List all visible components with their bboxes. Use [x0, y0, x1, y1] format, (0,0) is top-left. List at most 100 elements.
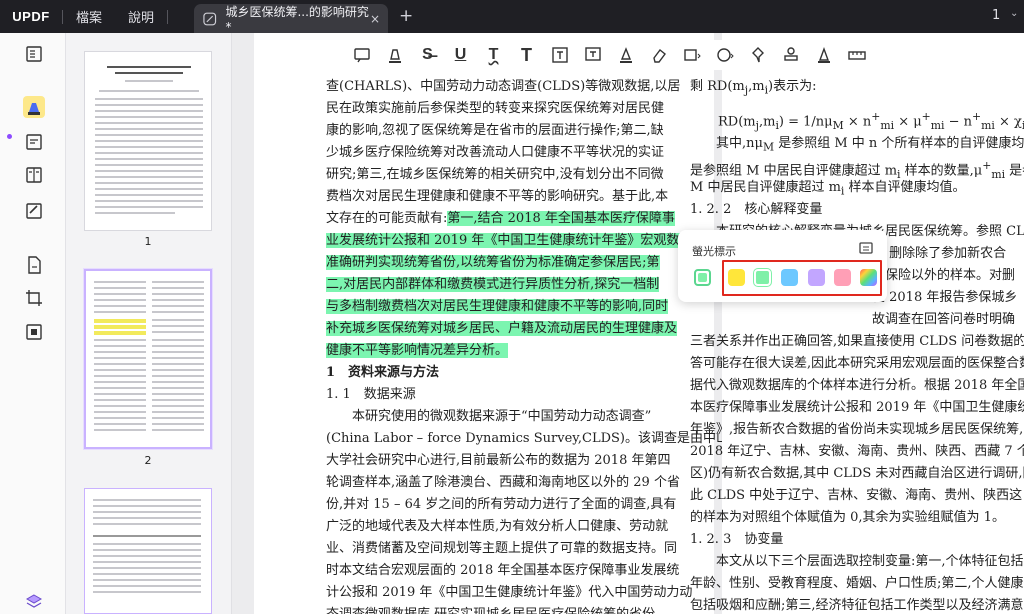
shape-icon[interactable]	[675, 42, 708, 68]
subsection-heading: 1. 2. 2 核心解释变量	[690, 202, 823, 217]
convert-pdf-icon[interactable]	[23, 254, 45, 276]
underline-icon[interactable]: U	[444, 42, 477, 68]
note-icon[interactable]	[858, 241, 874, 257]
text-line: 少城乡医疗保险统筹对改善流动人口健康不平等状况的实证	[326, 145, 665, 160]
thumbnail-panel: 1 2	[66, 33, 232, 614]
text-line: 广泛的地域代表及大样本性质,为有效分析人口健康、劳动就	[326, 519, 669, 534]
updf-logo[interactable]: UPDF	[0, 0, 62, 33]
highlighted-text[interactable]: 与多档制缴费档次对居民生理健康和健康不平等的影响,同时	[326, 299, 669, 314]
text-line: 民在政策实施前后参保类型的转变来探究医保统筹对居民健	[326, 101, 665, 116]
annotation-toolbar: S̶ U T T	[345, 40, 1024, 70]
strikethrough-icon[interactable]: S̶	[411, 42, 444, 68]
swatch-current-color[interactable]	[694, 269, 711, 286]
thumbnail-page-3[interactable]	[84, 488, 212, 614]
pin-icon[interactable]	[741, 42, 774, 68]
popup-title: 螢光標示	[692, 245, 736, 258]
text-line: 包括吸烟和应酬;第三,经济特征包括工作类型以及经济满意	[690, 598, 1024, 613]
text-plain: 文存在的可能贡献有:	[326, 211, 448, 226]
sticker-icon[interactable]	[708, 42, 741, 68]
pdf-page-right: 剩 RD(mj,mi)表示为: RD(mj,mi) = 1/nμM × n+mi…	[690, 33, 1024, 614]
text-line: 的样本为对照组个体赋值为 0,其余为实验组赋值为 1。	[690, 510, 1005, 525]
fill-sign-icon[interactable]	[23, 200, 45, 222]
active-indicator-dot	[7, 134, 12, 139]
highlighted-line[interactable]: 健康不平等影响情况差异分析。	[326, 340, 509, 362]
pencil-icon[interactable]	[609, 42, 642, 68]
text-line: 年鉴》,报告新农合数据的省份尚未实现城乡居民医保统筹,	[690, 422, 1024, 437]
edit-pdf-icon[interactable]	[23, 131, 45, 153]
thumbnail-label: 2	[144, 454, 152, 467]
text-icon[interactable]: T	[510, 42, 543, 68]
organize-pages-icon[interactable]	[23, 164, 45, 186]
subsection-heading: 1. 1 数据来源	[326, 387, 416, 402]
text-line: 本文从以下三个层面选取控制变量:第一,个体特征包括	[690, 554, 1024, 569]
text-line: 三者关系并作出正确回答,如果直接使用 CLDS 问卷数据的回	[690, 334, 1024, 349]
text-line: 轮调查样本,涵盖了除港澳台、西藏和海南地区以外的 29 个省	[326, 475, 680, 490]
text-line: 年龄、性别、受教育程度、婚姻、户口性质;第二,个人健康行为	[690, 576, 1024, 591]
measure-icon[interactable]	[840, 42, 873, 68]
document-view[interactable]: 查(CHARLS)、中国劳动力动态调查(CLDS)等微观数据,以居 民在政策实施…	[232, 33, 1024, 614]
text-line: 业、消费储蓄及空间规划等主题上提供了可靠的数据支持。同	[326, 541, 678, 556]
thumbnail-page-2[interactable]	[84, 269, 212, 449]
highlighted-text[interactable]: 补充城乡医保统筹对城乡居民、户籍及流动居民的生理健康及	[326, 321, 678, 336]
text-line: 份,并对 15 – 64 岁之间的所有劳动力进行了全面的调查,具有	[326, 497, 677, 512]
next-page-peek	[262, 602, 522, 614]
text-line: 本研究使用的微观数据来源于“中国劳动力动态调查”	[326, 409, 652, 424]
squiggly-icon[interactable]: T	[477, 42, 510, 68]
highlighted-text[interactable]: 业发展统计公报和 2019 年《中国卫生健康统计年鉴》宏观数据	[326, 233, 693, 248]
text-line: 查(CHARLS)、中国劳动力动态调查(CLDS)等微观数据,以居	[326, 79, 681, 94]
eraser-icon[interactable]	[642, 42, 675, 68]
text-line: (China Labor – force Dynamics Survey,CLD…	[326, 431, 729, 446]
text-line: 此 CLDS 中处于辽宁、吉林、安徽、海南、贵州、陕西这 6 个省份	[690, 488, 1024, 503]
color-selection-callout	[722, 260, 882, 296]
menu-help[interactable]: 說明	[115, 0, 167, 33]
highlighted-line[interactable]: 业发展统计公报和 2019 年《中国卫生健康统计年鉴》宏观数据	[326, 230, 693, 252]
highlighted-text[interactable]: 第一,结合 2018 年全国基本医疗保障事	[447, 211, 675, 226]
textbox-icon[interactable]	[543, 42, 576, 68]
title-separator	[167, 9, 169, 24]
highlighted-text[interactable]: 二,对居民内部群体和缴费模式进行异质性分析,探究一档制	[326, 277, 660, 292]
highlighted-text[interactable]: 健康不平等影响情况差异分析。	[326, 343, 509, 358]
highlighted-line[interactable]: 与多档制缴费档次对居民生理健康和健康不平等的影响,同时	[326, 296, 669, 318]
text-line: 时本文结合宏观层面的 2018 年全国基本医疗保障事业发展统	[326, 563, 680, 578]
highlighted-line[interactable]: 准确研判实现统筹省份,以统筹省份为标准确定参保居民;第	[326, 252, 660, 274]
chevron-down-icon[interactable]: ⌄	[1010, 8, 1018, 19]
comment-mode-icon[interactable]	[23, 96, 45, 118]
subsection-heading: 1. 2. 3 协变量	[690, 532, 784, 547]
reader-mode-icon[interactable]	[23, 43, 45, 65]
text-line: 费档次对居民生理健康和健康不平等的影响研究。基于此,本	[326, 189, 669, 204]
text-line: 答可能存在很大误差,因此本研究采用宏观层面的医保整合数	[690, 356, 1024, 371]
layers-icon[interactable]	[23, 591, 45, 613]
protect-pdf-icon[interactable]	[23, 321, 45, 343]
new-tab-button[interactable]: +	[399, 6, 413, 26]
text-line: 区)仍有新农合数据,其中 CLDS 未对西藏自治区进行调研,因	[690, 466, 1024, 481]
text-line: 据代入微观数据库的个体样本进行分析。根据 2018 年全国基	[690, 378, 1024, 393]
text-callout-icon[interactable]	[576, 42, 609, 68]
text-line: 本医疗保障事业发展统计公报和 2019 年《中国卫生健康统计	[690, 400, 1024, 415]
document-tab[interactable]: 城乡医保统筹...的影响研究* ×	[194, 4, 388, 34]
swatch-current-color-fill	[698, 273, 707, 282]
document-tab-icon	[203, 12, 217, 25]
left-toolbar	[0, 33, 66, 614]
section-heading: 1 资料来源与方法	[326, 365, 440, 380]
menu-file[interactable]: 檔案	[63, 0, 115, 33]
text-line: 剩 RD(mj,mi)表示为:	[690, 79, 817, 97]
thumbnail-label: 1	[144, 235, 152, 248]
comment-icon[interactable]	[345, 42, 378, 68]
highlighted-line[interactable]: 补充城乡医保统筹对城乡居民、户籍及流动居民的生理健康及	[326, 318, 678, 340]
document-tab-title: 城乡医保统筹...的影响研究*	[225, 5, 369, 34]
thumbnail-page-1[interactable]	[84, 51, 212, 231]
stamp-icon[interactable]	[774, 42, 807, 68]
text-line: 大学社会研究中心进行,目前最新公布的数据为 2018 年第四	[326, 453, 671, 468]
highlighted-text[interactable]: 准确研判实现统筹省份,以统筹省份为标准确定参保居民;第	[326, 255, 660, 270]
close-tab-icon[interactable]: ×	[370, 12, 380, 26]
title-bar: UPDF 檔案 說明	[0, 0, 1024, 33]
text-line: 文存在的可能贡献有:第一,结合 2018 年全国基本医疗保障事	[326, 208, 675, 230]
crop-pages-icon[interactable]	[23, 287, 45, 309]
signature-icon[interactable]	[807, 42, 840, 68]
page-indicator[interactable]: 1	[992, 8, 1000, 23]
highlighter-icon[interactable]	[378, 42, 411, 68]
text-line: 计公报和 2019 年《中国卫生健康统计年鉴》代入中国劳动力动	[326, 585, 693, 600]
text-line: 研究;第三,在城乡医保统筹的相关研究中,没有划分出不同微	[326, 167, 664, 182]
text-line: 故调查在回答问卷时明确	[690, 312, 1016, 327]
highlighted-line[interactable]: 二,对居民内部群体和缴费模式进行异质性分析,探究一档制	[326, 274, 660, 296]
